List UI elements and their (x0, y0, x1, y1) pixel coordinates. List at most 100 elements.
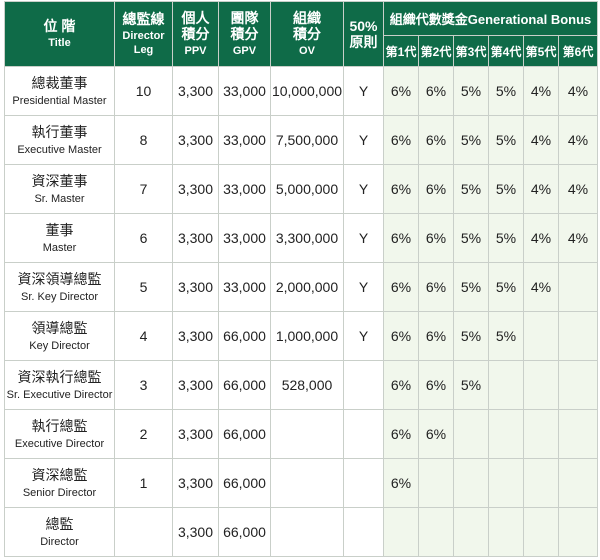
header-director-leg: 總監線 Director Leg (114, 1, 173, 67)
ppv-cell: 3,300 (172, 409, 219, 459)
ppv-cell: 3,300 (172, 66, 219, 116)
generation-4-bonus-cell: 5% (488, 262, 524, 312)
header-ppv-zh2: 積分 (181, 26, 210, 42)
header-row: 位 階 Title 總監線 Director Leg 個人 積分 PPV 團隊 … (4, 1, 599, 67)
generation-4-bonus-cell (488, 507, 524, 557)
generation-1-bonus-cell: 6% (383, 311, 419, 361)
header-title-zh: 位 階 (43, 18, 76, 34)
rank-title-cell: 資深領導總監 Sr. Key Director (4, 262, 115, 312)
director-leg-cell: 10 (114, 66, 173, 116)
header-ov-zh2: 積分 (293, 26, 321, 42)
ov-cell: 7,500,000 (270, 115, 344, 165)
ppv-cell: 3,300 (172, 458, 219, 508)
director-leg-cell: 4 (114, 311, 173, 361)
ov-cell: 2,000,000 (270, 262, 344, 312)
generation-4-bonus-cell: 5% (488, 213, 524, 263)
generation-5-bonus-cell (523, 458, 559, 508)
rank-title-cell: 資深董事 Sr. Master (4, 164, 115, 214)
generation-3-bonus-cell: 5% (453, 311, 489, 361)
rank-title-en: Master (42, 241, 77, 254)
rank-title-en: Sr. Master (34, 192, 85, 205)
generation-2-bonus-cell (418, 458, 454, 508)
generation-1-bonus-cell: 6% (383, 164, 419, 214)
header-ppv: 個人 積分 PPV (172, 1, 219, 67)
generation-1-bonus-cell (383, 507, 419, 557)
fifty-percent-rule-cell (343, 507, 384, 557)
generation-6-bonus-cell (557, 360, 599, 410)
generation-2-bonus-cell: 6% (418, 66, 454, 116)
gpv-cell: 33,000 (218, 262, 271, 312)
header-ov-en: OV (299, 45, 315, 57)
generation-2-bonus-cell: 6% (418, 360, 454, 410)
rank-title-cell: 領導總監 Key Director (4, 311, 115, 361)
director-leg-cell: 6 (114, 213, 173, 263)
generation-5-bonus-cell: 4% (523, 164, 559, 214)
fifty-percent-rule-cell (343, 458, 384, 508)
generation-6-bonus-cell (557, 507, 599, 557)
generation-4-bonus-cell (488, 360, 524, 410)
header-leg-en1: Director (122, 30, 165, 42)
generation-3-bonus-cell: 5% (453, 262, 489, 312)
generation-4-bonus-cell (488, 458, 524, 508)
director-leg-cell: 3 (114, 360, 173, 410)
generation-6-bonus-cell: 4% (557, 213, 599, 263)
gpv-cell: 33,000 (218, 66, 271, 116)
header-ov-zh1: 組織 (293, 10, 321, 26)
generation-2-bonus-cell: 6% (418, 164, 454, 214)
fifty-percent-rule-cell (343, 360, 384, 410)
gpv-cell: 33,000 (218, 115, 271, 165)
table-row: 資深領導總監 Sr. Key Director 5 3,300 33,000 2,000,… (4, 262, 599, 312)
rank-title-zh: 資深領導總監 (17, 270, 102, 287)
fifty-percent-rule-cell: Y (343, 311, 384, 361)
header-title: 位 階 Title (4, 1, 115, 67)
rank-title-zh: 總監 (45, 515, 74, 532)
ov-cell: 10,000,000 (270, 66, 344, 116)
director-leg-cell: 8 (114, 115, 173, 165)
ppv-cell: 3,300 (172, 507, 219, 557)
ppv-cell: 3,300 (172, 164, 219, 214)
ov-cell: 528,000 (270, 360, 344, 410)
ov-cell: 1,000,000 (270, 311, 344, 361)
header-fifty-percent-rule: 50% 原則 (343, 1, 384, 67)
gpv-cell: 33,000 (218, 213, 271, 263)
rank-title-zh: 資深董事 (31, 172, 88, 189)
rank-title-cell: 總裁董事 Presidential Master (4, 66, 115, 116)
generation-2-bonus-cell: 6% (418, 115, 454, 165)
table-row: 董事 Master 6 3,300 33,000 3,300,000 Y 6% 6% 5% 5% 4%… (4, 213, 599, 263)
generation-3-bonus-cell: 5% (453, 164, 489, 214)
gpv-cell: 66,000 (218, 458, 271, 508)
header-generation-4: 第4代 (488, 35, 524, 67)
generation-1-bonus-cell: 6% (383, 262, 419, 312)
table-row: 資深董事 Sr. Master 7 3,300 33,000 5,000,000 Y 6% 6%… (4, 164, 599, 214)
rank-title-cell: 資深執行總監 Sr. Executive Director (4, 360, 115, 410)
generation-3-bonus-cell (453, 409, 489, 459)
table-row: 總監 Director 3,300 66,000 (4, 507, 599, 557)
generation-4-bonus-cell: 5% (488, 66, 524, 116)
gpv-cell: 66,000 (218, 507, 271, 557)
ppv-cell: 3,300 (172, 262, 219, 312)
ov-cell (270, 409, 344, 459)
generation-6-bonus-cell (557, 458, 599, 508)
generation-3-bonus-cell (453, 507, 489, 557)
rank-title-cell: 總監 Director (4, 507, 115, 557)
rank-title-en: Executive Master (17, 143, 102, 156)
generation-1-bonus-cell: 6% (383, 409, 419, 459)
rank-title-zh: 領導總監 (31, 319, 88, 336)
ppv-cell: 3,300 (172, 360, 219, 410)
generation-5-bonus-cell (523, 507, 559, 557)
ppv-cell: 3,300 (172, 115, 219, 165)
table-row: 執行總監 Executive Director 2 3,300 66,000 6% 6% (4, 409, 599, 459)
generation-1-bonus-cell: 6% (383, 115, 419, 165)
generation-1-bonus-cell: 6% (383, 213, 419, 263)
director-leg-cell: 5 (114, 262, 173, 312)
generation-1-bonus-cell: 6% (383, 360, 419, 410)
generation-5-bonus-cell: 4% (523, 66, 559, 116)
generation-3-bonus-cell: 5% (453, 115, 489, 165)
header-generational-bonus: 組織代數獎金Generational Bonus (382, 1, 599, 36)
generation-1-bonus-cell: 6% (383, 66, 419, 116)
header-generation-5: 第5代 (523, 35, 559, 67)
generation-4-bonus-cell: 5% (488, 164, 524, 214)
generation-6-bonus-cell: 4% (557, 66, 599, 116)
rank-title-en: Senior Director (22, 486, 97, 499)
rank-title-zh: 執行總監 (31, 417, 88, 434)
